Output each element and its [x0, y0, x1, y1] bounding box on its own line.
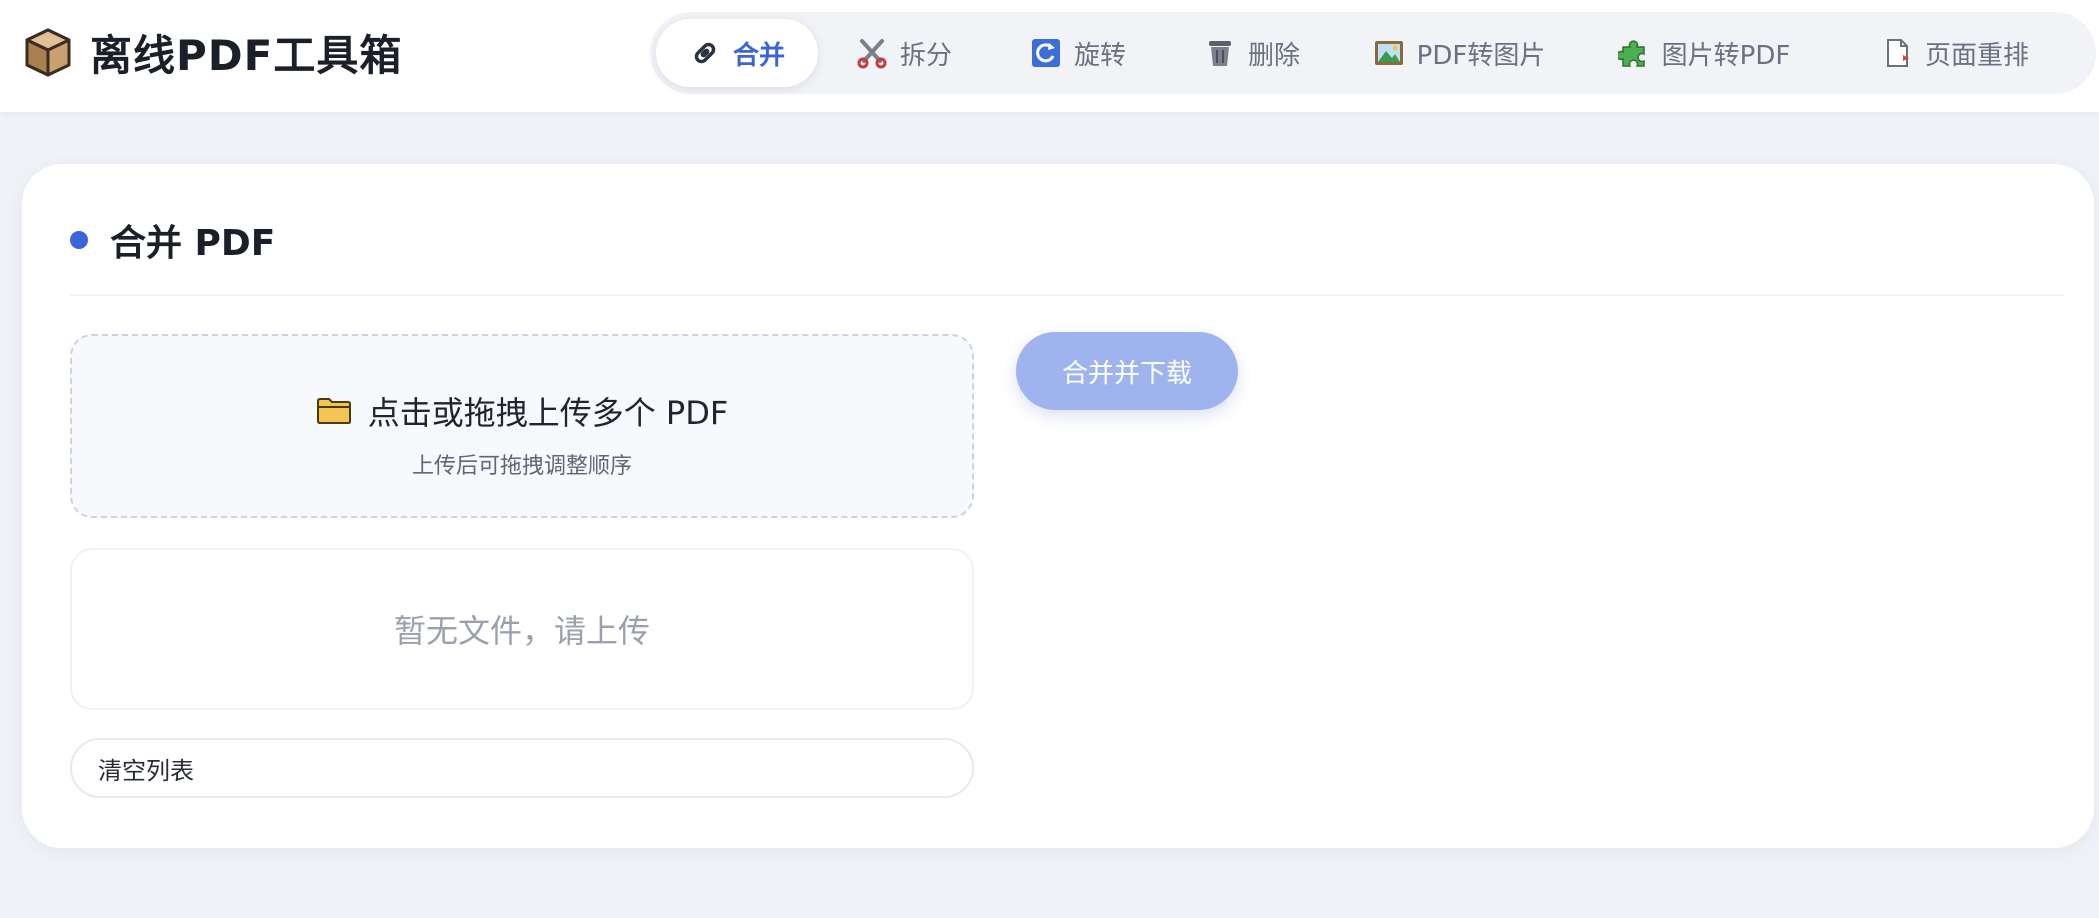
tab-image-to-pdf[interactable]: 图片转PDF	[1580, 19, 1828, 87]
file-list: 暂无文件，请上传	[70, 548, 974, 710]
page-icon	[1886, 39, 1909, 67]
tab-reorder-pages[interactable]: 页面重排	[1828, 19, 2082, 87]
tab-rotate[interactable]: 旋转	[990, 19, 1166, 87]
section-header: 合并 PDF	[70, 214, 275, 266]
tab-delete-label: 删除	[1247, 40, 1300, 71]
upload-subtitle: 上传后可拖拽调整顺序	[411, 454, 632, 479]
upload-prompt: 点击或拖拽上传多个 PDF	[72, 388, 972, 434]
upload-title: 点击或拖拽上传多个 PDF	[367, 394, 729, 432]
tab-split-label: 拆分	[899, 40, 952, 71]
tab-merge[interactable]: 合并	[656, 19, 818, 87]
scissors-icon	[857, 39, 887, 69]
merge-card: 合并 PDF 点击或拖拽上传多个 PDF 上传后可拖拽调整顺序 暂无文件，请上传…	[22, 164, 2094, 848]
paperclip-icon	[694, 42, 716, 64]
app-title: 离线PDF工具箱	[90, 30, 403, 80]
tab-rotate-label: 旋转	[1073, 40, 1126, 71]
tab-split[interactable]: 拆分	[818, 19, 990, 87]
box-icon	[25, 28, 71, 77]
section-dot	[70, 231, 88, 249]
tool-nav: 合并 拆分 旋转 删除 PDF转图片 图片转PDF 页面重排	[650, 12, 2096, 94]
trash-icon	[1208, 41, 1231, 66]
clear-list-button[interactable]: 清空列表	[70, 738, 974, 798]
section-title: 合并 PDF	[110, 223, 276, 264]
divider	[70, 294, 2064, 296]
upload-dropzone[interactable]: 点击或拖拽上传多个 PDF 上传后可拖拽调整顺序	[70, 334, 974, 518]
folder-icon	[316, 398, 351, 424]
empty-state-text: 暂无文件，请上传	[393, 612, 650, 650]
tab-pdf-to-image-label: PDF转图片	[1416, 40, 1546, 71]
tab-reorder-pages-label: 页面重排	[1924, 40, 2029, 71]
merge-download-button[interactable]: 合并并下载	[1016, 332, 1238, 410]
picture-icon	[1374, 41, 1403, 65]
rotate-icon	[1031, 39, 1060, 67]
tab-image-to-pdf-label: 图片转PDF	[1661, 40, 1791, 71]
tab-pdf-to-image[interactable]: PDF转图片	[1338, 19, 1580, 87]
tab-delete[interactable]: 删除	[1166, 19, 1338, 87]
app-header: 离线PDF工具箱 合并 拆分 旋转 删除 PDF转图片 图片转PDF 页面重排	[0, 0, 2099, 112]
tab-merge-label: 合并	[732, 40, 785, 71]
brand: 离线PDF工具箱	[24, 24, 402, 80]
puzzle-icon	[1617, 40, 1645, 67]
